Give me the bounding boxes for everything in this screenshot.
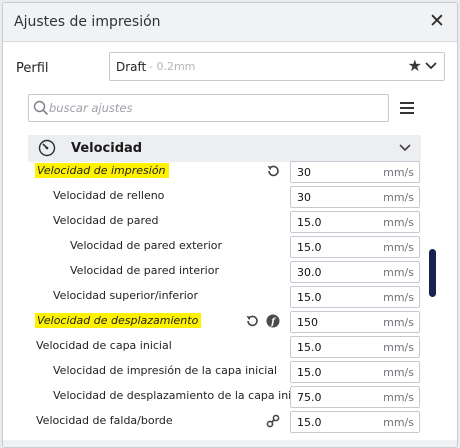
scrollbar-thumb[interactable] — [429, 249, 436, 297]
setting-unit: mm/s — [383, 341, 414, 354]
chevron-down-icon — [425, 62, 437, 70]
profile-dropdown[interactable]: Draft - 0.2mm ★ — [109, 52, 445, 81]
setting-input[interactable]: 30 mm/s — [290, 186, 420, 208]
setting-input[interactable]: 150 mm/s — [290, 311, 420, 333]
setting-label: Velocidad de pared — [53, 214, 159, 227]
setting-label: Velocidad de relleno — [53, 189, 165, 202]
setting-input[interactable]: 15.0 mm/s — [290, 236, 420, 258]
setting-row: Velocidad de relleno 30 mm/s — [3, 185, 457, 210]
setting-row: Velocidad de pared 15.0 mm/s — [3, 210, 457, 235]
setting-unit: mm/s — [383, 291, 414, 304]
setting-input[interactable]: 15.0 mm/s — [290, 211, 420, 233]
setting-value: 15.0 — [297, 216, 322, 229]
setting-input[interactable]: 15.0 mm/s — [290, 411, 420, 433]
star-icon[interactable]: ★ — [408, 56, 422, 75]
setting-input[interactable]: 15.0 mm/s — [290, 361, 420, 383]
menu-icon[interactable] — [400, 102, 414, 114]
setting-value: 15.0 — [297, 291, 322, 304]
panel-title: Ajustes de impresión — [14, 14, 161, 30]
setting-row: Velocidad superior/inferior 15.0 mm/s — [3, 285, 457, 310]
setting-row: Velocidad de impresión 30 mm/s — [3, 160, 457, 185]
reset-icon[interactable] — [245, 314, 259, 328]
setting-label: Velocidad de capa inicial — [36, 339, 172, 352]
close-button[interactable]: ✕ — [426, 10, 448, 32]
setting-row: Velocidad de pared exterior 15.0 mm/s — [3, 235, 457, 260]
setting-value: 30 — [297, 191, 311, 204]
setting-value: 30.0 — [297, 266, 322, 279]
profile-layer-height: - 0.2mm — [149, 60, 196, 73]
setting-input[interactable]: 75.0 mm/s — [290, 386, 420, 408]
setting-label: Velocidad de desplazamiento — [35, 313, 202, 328]
setting-label: Velocidad de desplazamiento de la capa i… — [53, 389, 311, 402]
setting-input[interactable]: 15.0 mm/s — [290, 286, 420, 308]
setting-row: Velocidad de capa inicial 15.0 mm/s — [3, 335, 457, 360]
setting-unit: mm/s — [383, 166, 414, 179]
search-box[interactable] — [28, 94, 389, 122]
setting-input[interactable]: 30.0 mm/s — [290, 261, 420, 283]
category-label: Velocidad — [71, 141, 143, 156]
title-bar: Ajustes de impresión ✕ — [3, 3, 457, 42]
setting-row: Velocidad de pared interior 30.0 mm/s — [3, 260, 457, 285]
setting-label: Velocidad de impresión — [35, 163, 169, 178]
setting-unit: mm/s — [383, 366, 414, 379]
setting-input[interactable]: 15.0 mm/s — [290, 336, 420, 358]
print-settings-panel: Ajustes de impresión ✕ Perfil Draft - 0.… — [2, 2, 458, 448]
setting-value: 15.0 — [297, 341, 322, 354]
setting-value: 30 — [297, 166, 311, 179]
setting-label: Velocidad de pared exterior — [70, 239, 223, 252]
setting-label: Velocidad de impresión de la capa inicia… — [53, 364, 278, 377]
setting-unit: mm/s — [383, 216, 414, 229]
setting-unit: mm/s — [383, 266, 414, 279]
setting-unit: mm/s — [383, 391, 414, 404]
setting-row: Velocidad de desplazamiento f 150 mm/s — [3, 310, 457, 335]
setting-input[interactable]: 30 mm/s — [290, 161, 420, 183]
profile-name: Draft — [116, 60, 147, 74]
setting-unit: mm/s — [383, 316, 414, 329]
setting-label: Velocidad superior/inferior — [53, 289, 199, 302]
setting-value: 15.0 — [297, 241, 322, 254]
link-icon[interactable] — [266, 414, 280, 428]
setting-value: 15.0 — [297, 416, 322, 429]
speedometer-icon — [38, 139, 56, 157]
setting-label: Velocidad de falda/borde — [36, 414, 173, 427]
setting-unit: mm/s — [383, 191, 414, 204]
setting-unit: mm/s — [383, 241, 414, 254]
function-icon[interactable]: f — [266, 314, 280, 328]
category-header-speed[interactable]: Velocidad — [28, 135, 421, 162]
setting-value: 150 — [297, 316, 318, 329]
search-input[interactable] — [49, 99, 379, 117]
reset-icon[interactable] — [266, 164, 280, 178]
search-icon — [33, 100, 49, 116]
setting-label: Velocidad de pared interior — [70, 264, 219, 277]
setting-row: Velocidad de impresión de la capa inicia… — [3, 360, 457, 385]
setting-unit: mm/s — [383, 416, 414, 429]
profile-label: Perfil — [16, 61, 49, 76]
setting-value: 75.0 — [297, 391, 322, 404]
setting-row: Velocidad de falda/borde 15.0 mm/s — [3, 410, 457, 435]
setting-value: 15.0 — [297, 366, 322, 379]
chevron-down-icon — [399, 144, 411, 152]
setting-row: Velocidad de desplazamiento de la capa i… — [3, 385, 457, 410]
bottom-edge — [3, 440, 457, 447]
